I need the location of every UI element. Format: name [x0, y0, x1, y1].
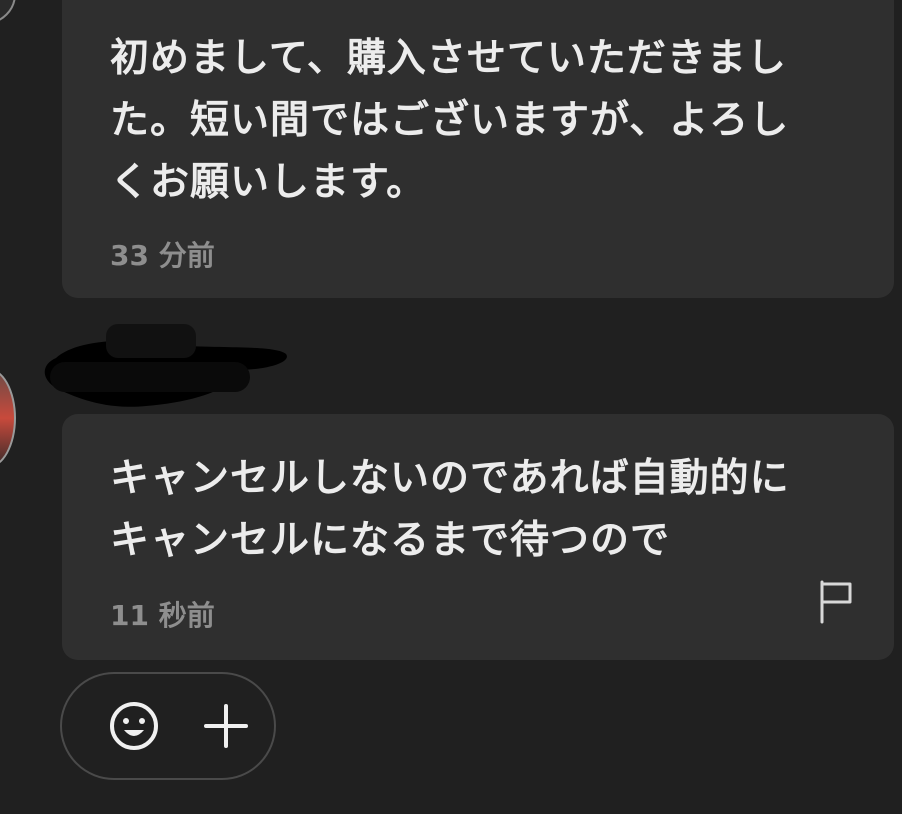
- chat-screen: 初めまして、購入させていただきまし た。短い間ではございますが、よろし くお願い…: [0, 0, 902, 814]
- message-actions: [60, 672, 276, 780]
- redacted-username: [44, 324, 287, 407]
- message-timestamp: 11 秒前: [110, 599, 215, 632]
- smiley-icon[interactable]: [106, 698, 162, 754]
- avatar[interactable]: [0, 0, 16, 24]
- avatar[interactable]: [0, 368, 16, 468]
- message-bubble: キャンセルしないのであれば自動的に キャンセルになるまで待つので 11 秒前: [62, 414, 894, 660]
- message-text: キャンセルしないのであれば自動的に キャンセルになるまで待つので: [110, 456, 790, 563]
- message-timestamp: 33 分前: [110, 239, 215, 272]
- flag-icon[interactable]: [818, 580, 854, 624]
- message-bubble: 初めまして、購入させていただきまし た。短い間ではございますが、よろし くお願い…: [62, 0, 894, 298]
- plus-icon[interactable]: [198, 698, 254, 754]
- message-text: 初めまして、購入させていただきまし た。短い間ではございますが、よろし くお願い…: [110, 36, 790, 205]
